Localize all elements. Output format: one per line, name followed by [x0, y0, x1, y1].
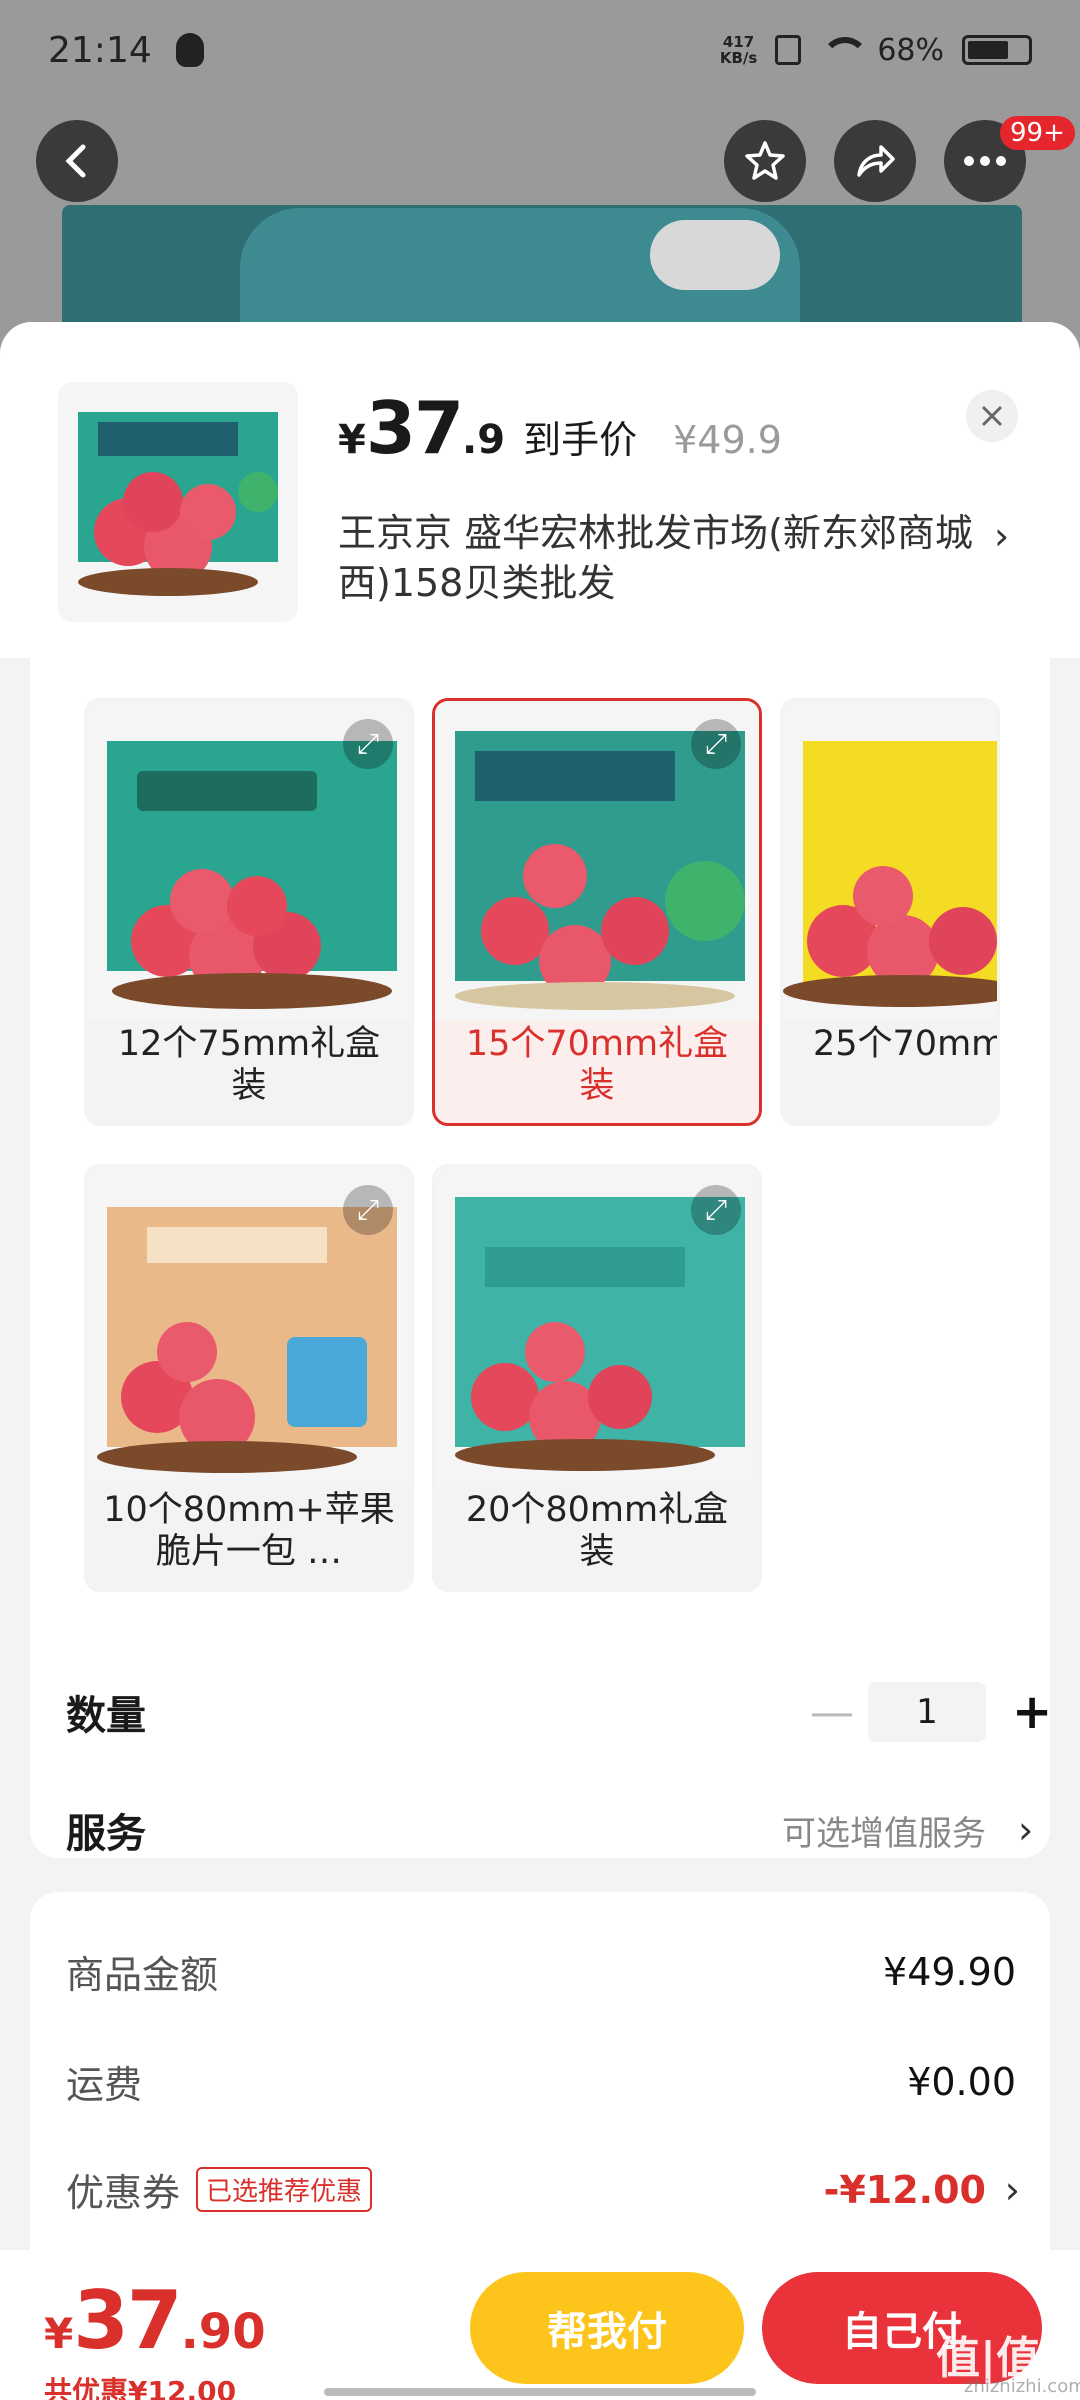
price-currency: ¥: [338, 417, 366, 463]
notification-badge: 99+: [1000, 116, 1075, 150]
total-saving: 共优惠¥12.00: [44, 2375, 237, 2400]
shipping-value: ¥0.00: [907, 2059, 1016, 2104]
price-integer: 37: [365, 386, 464, 470]
status-bar: 21:14 417 KB/s 68%: [0, 0, 1080, 100]
minus-icon[interactable]: —: [810, 1687, 854, 1738]
shipping-row: 运费 ¥0.00: [66, 2054, 1016, 2109]
wifi-icon: [819, 35, 870, 65]
sku-label: 15个70mm礼盒装: [465, 1024, 729, 1106]
coupon-label: 优惠券: [66, 2171, 181, 2215]
sku-option-card[interactable]: 25个70mm礼盒装: [780, 698, 1000, 1126]
price-summary: 商品金额 ¥49.90 运费 ¥0.00 优惠券 已选推荐优惠 -¥12.00 …: [30, 1892, 1050, 2312]
expand-icon[interactable]: ⤢: [343, 1185, 393, 1235]
star-icon: [745, 141, 785, 180]
share-icon: [857, 145, 895, 177]
coupon-value: -¥12.00: [823, 2167, 986, 2212]
price-decimal: .9: [462, 417, 506, 463]
chevron-left-icon: [65, 144, 86, 178]
sku-option-card[interactable]: ⤢ 12个75mm礼盒装: [84, 698, 414, 1126]
network-speed: 417 KB/s: [719, 33, 758, 67]
sku-image: [783, 701, 997, 1021]
sheet-header: ¥ 37 .9 到手价 ¥49.9 王京京 盛华宏林批发市场(新东郊商城西)15…: [0, 322, 1080, 658]
coupon-tag: 已选推荐优惠: [196, 2167, 373, 2212]
battery-icon: [962, 35, 1032, 65]
home-indicator[interactable]: [324, 2388, 756, 2396]
sku-option-card[interactable]: ⤢ 20个80mm礼盒装: [432, 1164, 762, 1592]
total-integer: 37: [73, 2274, 182, 2367]
total-price: ¥ 37 .90: [44, 2274, 266, 2367]
chevron-right-icon[interactable]: ›: [1018, 1808, 1033, 1852]
quantity-label: 数量: [66, 1693, 146, 1739]
sku-label: 20个80mm礼盒装: [465, 1490, 729, 1572]
sku-option-card-selected[interactable]: ⤢ 15个70mm礼盒装: [432, 698, 762, 1126]
qq-icon: [175, 33, 204, 67]
help-pay-button[interactable]: 帮我付: [470, 2272, 744, 2384]
battery-percent: 68%: [877, 32, 944, 68]
original-price: ¥49.9: [673, 418, 782, 462]
nfc-icon: [775, 35, 802, 65]
apple-box-image: [78, 412, 278, 596]
close-icon: [982, 406, 1002, 426]
shipping-label: 运费: [66, 2063, 143, 2107]
product-thumbnail[interactable]: [58, 382, 298, 622]
sku-label: 10个80mm+苹果脆片一包 …: [103, 1490, 395, 1572]
delivery-address[interactable]: 王京京 盛华宏林批发市场(新东郊商城西)158贝类批发: [338, 508, 978, 608]
bottom-bar: ¥ 37 .90 共优惠¥12.00 帮我付 自己付: [0, 2250, 1080, 2400]
back-button[interactable]: [36, 120, 118, 202]
chevron-right-icon[interactable]: ›: [994, 514, 1009, 558]
total-currency: ¥: [44, 2309, 74, 2358]
chevron-right-icon[interactable]: ›: [1005, 2168, 1020, 2212]
sku-option-card[interactable]: ⤢ 10个80mm+苹果脆片一包 …: [84, 1164, 414, 1592]
goods-amount-value: ¥49.90: [883, 1949, 1016, 1994]
expand-icon[interactable]: ⤢: [343, 719, 393, 769]
quantity-row: 数量 — 1 +: [66, 1672, 1052, 1752]
expand-icon[interactable]: ⤢: [691, 719, 741, 769]
sku-panel: ⤢ 12个75mm礼盒装 ⤢ 15个70mm礼盒装 25个70m ⤢ 10个80…: [30, 658, 1052, 1858]
coupon-row[interactable]: 优惠券 已选推荐优惠 -¥12.00 ›: [66, 2162, 1020, 2217]
plus-icon[interactable]: +: [1012, 1684, 1052, 1740]
share-button[interactable]: [834, 120, 916, 202]
service-hint: 可选增值服务: [782, 1813, 986, 1854]
favorite-button[interactable]: [724, 120, 806, 202]
sku-label: 12个75mm礼盒装: [117, 1024, 381, 1106]
quantity-input[interactable]: 1: [868, 1682, 986, 1742]
more-dots-icon: [964, 156, 1006, 166]
goods-amount-row: 商品金额 ¥49.90: [66, 1944, 1016, 1999]
sku-sheet: ¥ 37 .9 到手价 ¥49.9 王京京 盛华宏林批发市场(新东郊商城西)15…: [0, 322, 1080, 2400]
watermark-url: zhizhizhi.com: [964, 2376, 1080, 2397]
service-row[interactable]: 服务 可选增值服务 ›: [66, 1790, 1033, 1870]
price-row: ¥ 37 .9 到手价 ¥49.9: [338, 386, 782, 470]
expand-icon[interactable]: ⤢: [691, 1185, 741, 1235]
service-label: 服务: [66, 1811, 146, 1857]
close-button[interactable]: [966, 390, 1018, 442]
total-decimal: .90: [180, 2304, 266, 2360]
goods-amount-label: 商品金额: [66, 1953, 219, 1997]
final-price-label: 到手价: [523, 418, 638, 462]
sku-label: 25个70mm礼盒装: [813, 1024, 997, 1064]
status-time: 21:14: [48, 29, 152, 71]
